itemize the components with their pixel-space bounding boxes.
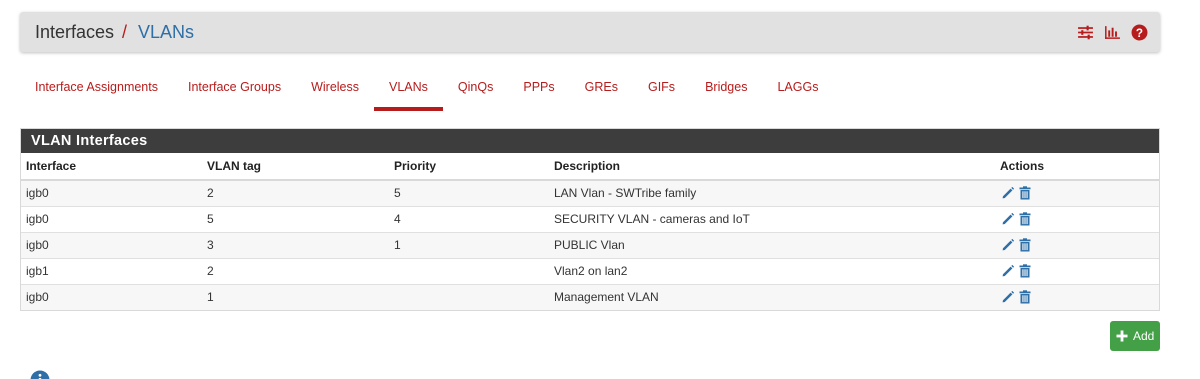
cell-description: SECURITY VLAN - cameras and IoT (549, 206, 995, 233)
column-header-priority: Priority (389, 153, 549, 181)
tab-gifs[interactable]: GIFs (633, 72, 690, 112)
tab-vlans[interactable]: VLANs (374, 72, 443, 112)
table-row: igb0 3 1 PUBLIC Vlan (21, 232, 1159, 259)
row-actions (1000, 186, 1154, 200)
sliders-icon[interactable] (1077, 24, 1094, 41)
header-icons: ? (1077, 24, 1148, 41)
cell-actions (995, 232, 1159, 259)
table-row: igb0 2 5 LAN Vlan - SWTribe family (21, 180, 1159, 207)
table-header-row: Interface VLAN tag Priority Description … (21, 153, 1159, 181)
column-header-actions: Actions (995, 153, 1159, 181)
edit-icon[interactable] (1001, 264, 1015, 278)
cell-priority (389, 258, 549, 285)
tab-interface-groups[interactable]: Interface Groups (173, 72, 296, 112)
delete-icon[interactable] (1018, 290, 1032, 304)
table-row: igb1 2 Vlan2 on lan2 (21, 258, 1159, 285)
tab-laggs[interactable]: LAGGs (762, 72, 833, 112)
edit-icon[interactable] (1001, 186, 1015, 200)
chart-icon[interactable] (1104, 24, 1121, 41)
breadcrumb: Interfaces / VLANs ? (20, 12, 1160, 52)
cell-priority: 4 (389, 206, 549, 233)
cell-vlan-tag: 2 (202, 180, 389, 207)
row-actions (1000, 238, 1154, 252)
cell-interface: igb1 (21, 258, 202, 285)
cell-description: PUBLIC Vlan (549, 232, 995, 259)
panel-title: VLAN Interfaces (21, 129, 1159, 153)
tab-gres[interactable]: GREs (570, 72, 633, 112)
cell-priority (389, 284, 549, 310)
vlan-panel: VLAN Interfaces Interface VLAN tag Prior… (20, 128, 1160, 311)
plus-icon (1116, 330, 1128, 342)
cell-actions (995, 284, 1159, 310)
tab-qinqs[interactable]: QinQs (443, 72, 508, 112)
cell-interface: igb0 (21, 232, 202, 259)
table-row: igb0 1 Management VLAN (21, 284, 1159, 310)
vlan-table: Interface VLAN tag Priority Description … (21, 153, 1159, 310)
row-actions (1000, 212, 1154, 226)
column-header-description: Description (549, 153, 995, 181)
breadcrumb-current[interactable]: VLANs (138, 22, 194, 43)
svg-text:?: ? (1136, 27, 1143, 40)
cell-vlan-tag: 2 (202, 258, 389, 285)
column-header-interface: Interface (21, 153, 202, 181)
cell-priority: 1 (389, 232, 549, 259)
cell-description: Management VLAN (549, 284, 995, 310)
cell-description: Vlan2 on lan2 (549, 258, 995, 285)
tab-ppps[interactable]: PPPs (508, 72, 569, 112)
cell-priority: 5 (389, 180, 549, 207)
cell-actions (995, 180, 1159, 207)
help-icon[interactable]: ? (1131, 24, 1148, 41)
tab-bar: Interface Assignments Interface Groups Wir… (20, 72, 833, 112)
cell-interface: igb0 (21, 206, 202, 233)
cell-vlan-tag: 3 (202, 232, 389, 259)
table-row: igb0 5 4 SECURITY VLAN - cameras and IoT (21, 206, 1159, 233)
delete-icon[interactable] (1018, 186, 1032, 200)
cell-vlan-tag: 1 (202, 284, 389, 310)
cell-vlan-tag: 5 (202, 206, 389, 233)
cell-actions (995, 206, 1159, 233)
tab-interface-assignments[interactable]: Interface Assignments (20, 72, 173, 112)
delete-icon[interactable] (1018, 264, 1032, 278)
breadcrumb-separator: / (122, 22, 128, 42)
breadcrumb-parent[interactable]: Interfaces (35, 22, 114, 43)
row-actions (1000, 264, 1154, 278)
edit-icon[interactable] (1001, 238, 1015, 252)
info-icon[interactable] (30, 370, 50, 379)
add-button-label: Add (1133, 329, 1155, 343)
edit-icon[interactable] (1001, 212, 1015, 226)
cell-description: LAN Vlan - SWTribe family (549, 180, 995, 207)
cell-interface: igb0 (21, 284, 202, 310)
row-actions (1000, 290, 1154, 304)
column-header-vlan-tag: VLAN tag (202, 153, 389, 181)
edit-icon[interactable] (1001, 290, 1015, 304)
tab-bridges[interactable]: Bridges (690, 72, 762, 112)
cell-interface: igb0 (21, 180, 202, 207)
cell-actions (995, 258, 1159, 285)
delete-icon[interactable] (1018, 212, 1032, 226)
add-button[interactable]: Add (1110, 321, 1160, 351)
tab-wireless[interactable]: Wireless (296, 72, 374, 112)
delete-icon[interactable] (1018, 238, 1032, 252)
